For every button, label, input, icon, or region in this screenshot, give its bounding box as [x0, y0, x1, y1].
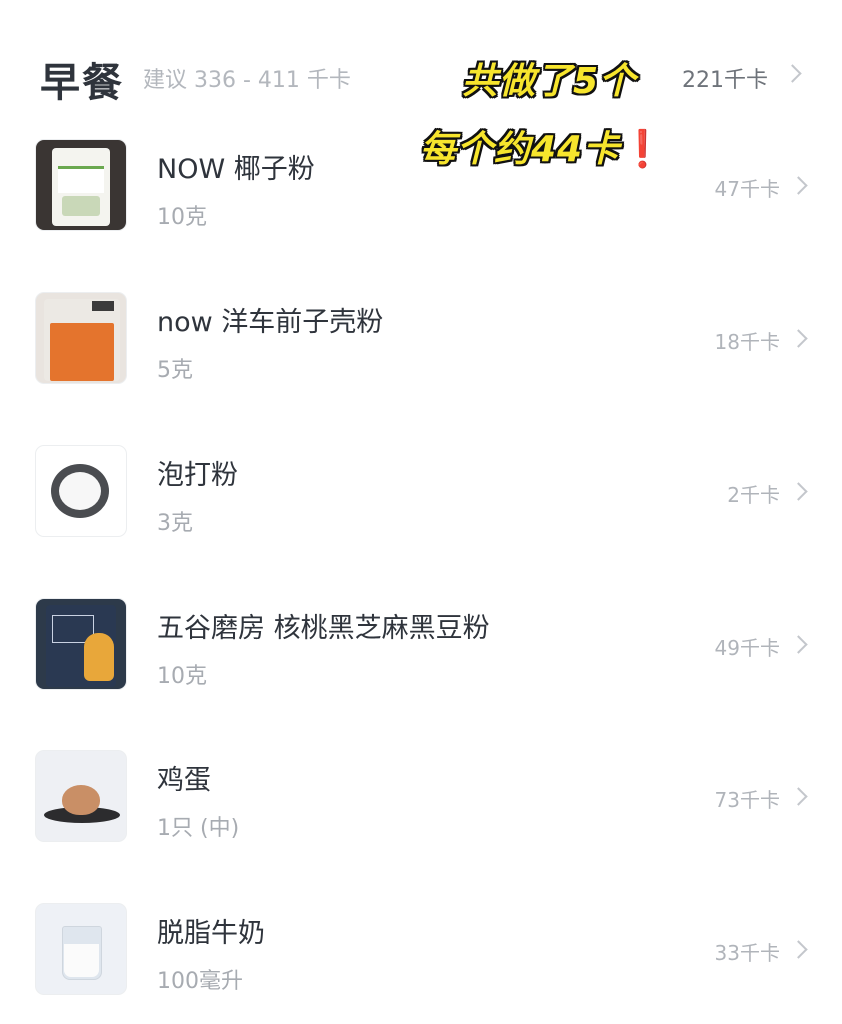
food-calories: 2千卡	[727, 483, 780, 507]
coconut-flour-thumbnail	[35, 139, 127, 231]
food-calories: 49千卡	[714, 636, 780, 660]
food-amount: 1只 (中)	[157, 816, 240, 841]
food-item[interactable]: 脱脂牛奶 100毫升 33千卡	[0, 903, 842, 1023]
meal-total-calories: 221千卡	[682, 68, 768, 93]
meal-title: 早餐	[40, 60, 124, 106]
food-amount: 10克	[157, 205, 207, 230]
food-amount: 5克	[157, 358, 193, 383]
milk-thumbnail	[35, 903, 127, 995]
egg-thumbnail	[35, 750, 127, 842]
food-calories: 73千卡	[714, 788, 780, 812]
food-amount: 3克	[157, 511, 193, 536]
chevron-right-icon	[789, 329, 808, 348]
food-calories: 47千卡	[714, 177, 780, 201]
grain-powder-thumbnail	[35, 598, 127, 690]
psyllium-powder-thumbnail	[35, 292, 127, 384]
food-name: 泡打粉	[157, 460, 238, 491]
food-name: now 洋车前子壳粉	[157, 307, 384, 338]
chevron-right-icon	[789, 176, 808, 195]
baking-powder-thumbnail	[35, 445, 127, 537]
chevron-right-icon	[789, 787, 808, 806]
food-item[interactable]: 鸡蛋 1只 (中) 73千卡	[0, 750, 842, 870]
chevron-right-icon	[783, 64, 802, 83]
food-name: 鸡蛋	[157, 765, 211, 796]
annotation-line-1: 共做了5个	[462, 61, 637, 102]
food-amount: 100毫升	[157, 969, 243, 994]
food-amount: 10克	[157, 664, 207, 689]
calorie-suggestion: 建议 336 - 411 千卡	[143, 68, 351, 93]
food-item[interactable]: 五谷磨房 核桃黑芝麻黑豆粉 10克 49千卡	[0, 598, 842, 718]
food-item[interactable]: 泡打粉 3克 2千卡	[0, 445, 842, 565]
chevron-right-icon	[789, 482, 808, 501]
food-calories: 18千卡	[714, 330, 780, 354]
chevron-right-icon	[789, 635, 808, 654]
meal-header[interactable]: 早餐 建议 336 - 411 千卡 221千卡	[0, 0, 842, 120]
chevron-right-icon	[789, 940, 808, 959]
food-item[interactable]: now 洋车前子壳粉 5克 18千卡	[0, 292, 842, 412]
food-item[interactable]: NOW 椰子粉 10克 47千卡	[0, 139, 842, 259]
food-name: NOW 椰子粉	[157, 154, 315, 185]
food-name: 脱脂牛奶	[157, 918, 265, 949]
food-calories: 33千卡	[714, 941, 780, 965]
food-name: 五谷磨房 核桃黑芝麻黑豆粉	[157, 613, 490, 644]
